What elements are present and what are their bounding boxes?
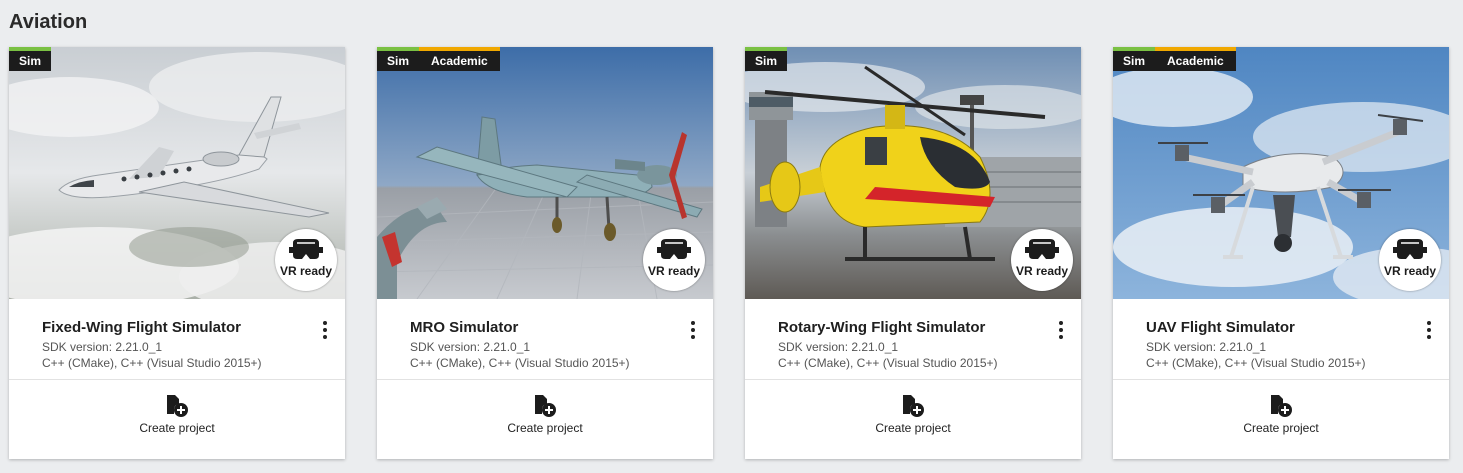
more-vertical-icon <box>691 321 695 325</box>
more-dot <box>1059 335 1063 339</box>
more-dot <box>691 328 695 332</box>
card-languages: C++ (CMake), C++ (Visual Studio 2015+) <box>42 356 262 370</box>
create-project-button[interactable]: Create project <box>1113 380 1449 459</box>
badge-academic: Academic <box>1155 47 1236 71</box>
card-image: Sim VR ready <box>745 47 1081 299</box>
vr-ready-badge: VR ready <box>1379 229 1441 291</box>
card-languages: C++ (CMake), C++ (Visual Studio 2015+) <box>778 356 998 370</box>
card-badges: Sim <box>9 47 52 71</box>
card-languages: C++ (CMake), C++ (Visual Studio 2015+) <box>410 356 630 370</box>
create-project-label: Create project <box>1243 421 1319 435</box>
card-badges: Sim <box>745 47 788 71</box>
more-options-button[interactable] <box>683 320 703 342</box>
new-file-plus-icon <box>903 395 924 417</box>
more-dot <box>1059 328 1063 332</box>
card-badges: Sim Academic <box>377 47 500 71</box>
vr-ready-label: VR ready <box>1383 264 1437 278</box>
create-project-button[interactable]: Create project <box>377 380 713 459</box>
card-title: UAV Flight Simulator <box>1146 319 1295 336</box>
card-languages: C++ (CMake), C++ (Visual Studio 2015+) <box>1146 356 1366 370</box>
card-sdk-version: SDK version: 2.21.0_1 <box>410 340 531 354</box>
vr-ready-label: VR ready <box>279 264 333 278</box>
create-project-label: Create project <box>139 421 215 435</box>
vr-ready-badge: VR ready <box>275 229 337 291</box>
more-vertical-icon <box>323 321 327 325</box>
card-image: Sim Academic VR ready <box>377 47 713 299</box>
card-sdk-version: SDK version: 2.21.0_1 <box>778 340 899 354</box>
project-card-rotary-wing[interactable]: Sim VR ready Rotary-Wing Flight Simulato… <box>745 47 1081 459</box>
badge-sim: Sim <box>9 47 52 71</box>
card-title: MRO Simulator <box>410 319 519 336</box>
create-project-label: Create project <box>507 421 583 435</box>
more-dot <box>323 328 327 332</box>
vr-headset-icon <box>657 239 691 259</box>
card-title: Rotary-Wing Flight Simulator <box>778 319 986 336</box>
create-project-button[interactable]: Create project <box>9 380 345 459</box>
new-file-plus-icon <box>167 395 188 417</box>
new-file-plus-icon <box>535 395 556 417</box>
vr-headset-icon <box>289 239 323 259</box>
badge-sim: Sim <box>1113 47 1156 71</box>
more-dot <box>1427 328 1431 332</box>
more-vertical-icon <box>1059 321 1063 325</box>
more-dot <box>691 335 695 339</box>
vr-headset-icon <box>1025 239 1059 259</box>
project-card-mro[interactable]: Sim Academic VR ready MRO Simulator SDK … <box>377 47 713 459</box>
vr-ready-label: VR ready <box>647 264 701 278</box>
more-vertical-icon <box>1427 321 1431 325</box>
card-image: Sim Academic VR ready <box>1113 47 1449 299</box>
create-project-button[interactable]: Create project <box>745 380 1081 459</box>
card-image: Sim VR ready <box>9 47 345 299</box>
badge-academic: Academic <box>419 47 500 71</box>
vr-ready-badge: VR ready <box>643 229 705 291</box>
more-dot <box>323 335 327 339</box>
vr-ready-label: VR ready <box>1015 264 1069 278</box>
card-badges: Sim Academic <box>1113 47 1236 71</box>
more-options-button[interactable] <box>315 320 335 342</box>
new-file-plus-icon <box>1271 395 1292 417</box>
card-sdk-version: SDK version: 2.21.0_1 <box>42 340 163 354</box>
vr-headset-icon <box>1393 239 1427 259</box>
create-project-label: Create project <box>875 421 951 435</box>
badge-sim: Sim <box>745 47 788 71</box>
card-sdk-version: SDK version: 2.21.0_1 <box>1146 340 1267 354</box>
card-title: Fixed-Wing Flight Simulator <box>42 319 242 336</box>
section-title: Aviation <box>9 11 88 33</box>
more-dot <box>1427 335 1431 339</box>
badge-sim: Sim <box>377 47 420 71</box>
project-card-uav[interactable]: Sim Academic VR ready UAV Flight Simulat… <box>1113 47 1449 459</box>
vr-ready-badge: VR ready <box>1011 229 1073 291</box>
project-card-fixed-wing[interactable]: Sim VR ready Fixed-Wing Flight Simulator… <box>9 47 345 459</box>
more-options-button[interactable] <box>1051 320 1071 342</box>
more-options-button[interactable] <box>1419 320 1439 342</box>
